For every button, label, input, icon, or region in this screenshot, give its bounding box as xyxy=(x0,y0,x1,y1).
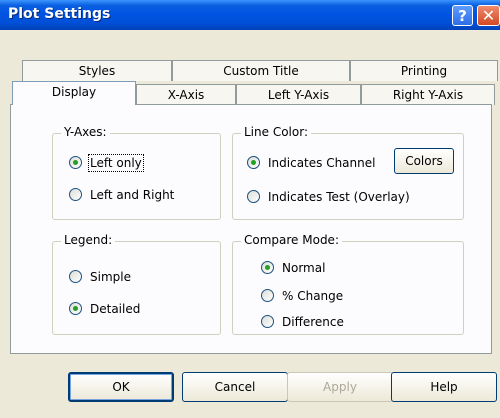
close-icon[interactable]: ✕ xyxy=(477,5,500,26)
apply-button[interactable]: Apply xyxy=(287,372,393,402)
radio-button-icon xyxy=(261,289,274,302)
radio-simple[interactable]: Simple xyxy=(69,268,131,286)
title-bar: Plot Settings ? ✕ xyxy=(0,0,500,30)
radio-button-icon xyxy=(247,190,260,203)
radio-percent-change[interactable]: % Change xyxy=(261,287,343,305)
radio-detailed[interactable]: Detailed xyxy=(69,300,140,318)
radio-left-only[interactable]: Left only xyxy=(69,154,144,172)
radio-normal[interactable]: Normal xyxy=(261,259,325,277)
line-color-title: Line Color: xyxy=(241,125,311,139)
legend-group: Legend: Simple Detailed xyxy=(52,233,221,335)
compare-mode-title: Compare Mode: xyxy=(241,233,342,247)
help-button[interactable]: Help xyxy=(391,372,497,402)
cancel-button[interactable]: Cancel xyxy=(182,372,288,402)
tab-left-y-axis[interactable]: Left Y-Axis xyxy=(236,84,361,105)
window-title: Plot Settings xyxy=(8,6,111,22)
ok-button[interactable]: OK xyxy=(68,372,174,402)
radio-button-icon xyxy=(69,302,82,315)
y-axes-title: Y-Axes: xyxy=(61,125,110,139)
radio-indicates-channel[interactable]: Indicates Channel xyxy=(247,154,375,172)
radio-button-icon xyxy=(247,156,260,169)
tab-custom-title[interactable]: Custom Title xyxy=(172,60,350,81)
radio-button-icon xyxy=(69,270,82,283)
radio-indicates-test-overlay[interactable]: Indicates Test (Overlay) xyxy=(247,188,410,206)
legend-title: Legend: xyxy=(61,233,116,247)
line-color-group: Line Color: Indicates Channel Indicates … xyxy=(232,125,464,220)
help-icon[interactable]: ? xyxy=(452,5,473,26)
y-axes-group: Y-Axes: Left only Left and Right xyxy=(52,125,221,220)
tab-x-axis[interactable]: X-Axis xyxy=(136,84,236,105)
radio-button-icon xyxy=(261,315,274,328)
radio-button-icon xyxy=(69,188,82,201)
compare-mode-group: Compare Mode: Normal % Change Difference xyxy=(232,233,464,335)
radio-button-icon xyxy=(261,261,274,274)
colors-button[interactable]: Colors xyxy=(394,148,454,174)
tab-display[interactable]: Display xyxy=(12,81,136,105)
radio-difference[interactable]: Difference xyxy=(261,313,344,331)
tab-styles[interactable]: Styles xyxy=(22,60,172,81)
radio-button-icon xyxy=(69,156,82,169)
tab-printing[interactable]: Printing xyxy=(350,60,498,81)
tab-right-y-axis[interactable]: Right Y-Axis xyxy=(361,84,495,105)
radio-left-and-right[interactable]: Left and Right xyxy=(69,186,174,204)
